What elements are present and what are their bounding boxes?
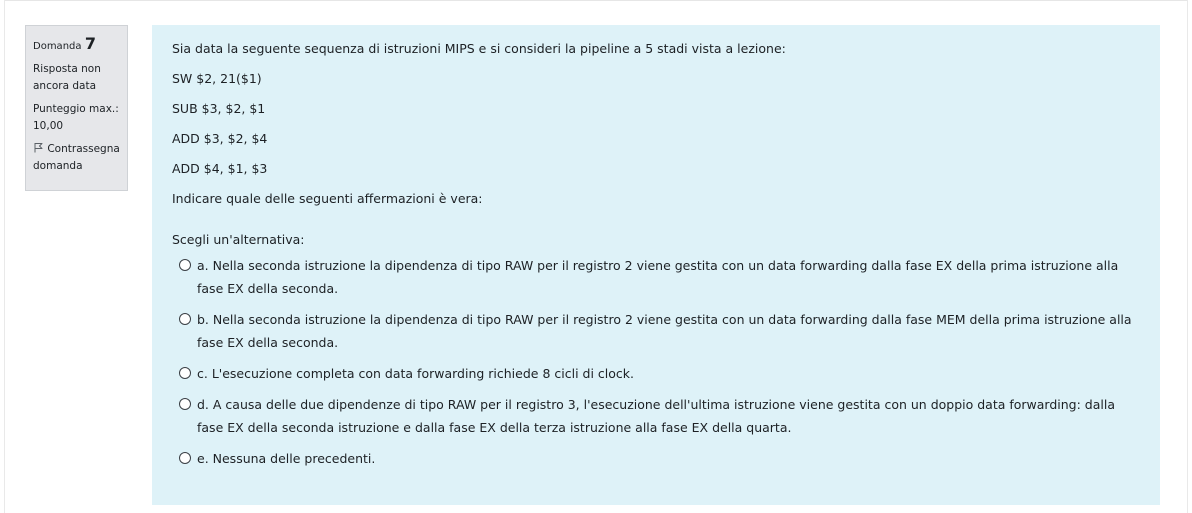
radio-button-a[interactable] [179, 259, 191, 271]
question-number-row: Domanda 7 [33, 35, 120, 55]
question-grade: Punteggio max.: 10,00 [33, 103, 119, 132]
answer-option-a[interactable]: a. Nella seconda istruzione la dipendenz… [179, 254, 1140, 300]
answer-option-b[interactable]: b. Nella seconda istruzione la dipendenz… [179, 308, 1140, 354]
question-content: Sia data la seguente sequenza di istruzi… [152, 25, 1160, 505]
answer-prompt: Scegli un'alternativa: [172, 232, 305, 247]
instruction-line: SUB $3, $2, $1 [172, 101, 266, 116]
answer-option-c[interactable]: c. L'esecuzione completa con data forwar… [179, 362, 1140, 385]
answer-option-e[interactable]: e. Nessuna delle precedenti. [179, 447, 1140, 470]
question-intro: Sia data la seguente sequenza di istruzi… [172, 41, 786, 56]
question-ask: Indicare quale delle seguenti affermazio… [172, 191, 483, 206]
question-info-panel: Domanda 7 Risposta non ancora data Punte… [25, 25, 128, 191]
radio-button-c[interactable] [179, 367, 191, 379]
question-state: Risposta non ancora data [33, 63, 101, 92]
instruction-line: ADD $3, $2, $4 [172, 131, 268, 146]
radio-button-d[interactable] [179, 398, 191, 410]
flag-icon [33, 142, 44, 153]
question-text: Sia data la seguente sequenza di istruzi… [172, 41, 1140, 207]
flag-question-link[interactable]: Contrassegna domanda [33, 141, 120, 175]
quiz-page: Domanda 7 Risposta non ancora data Punte… [0, 0, 1192, 513]
answer-label-a[interactable]: a. Nella seconda istruzione la dipendenz… [197, 254, 1140, 300]
answer-label-d[interactable]: d. A causa delle due dipendenze di tipo … [197, 393, 1140, 439]
instruction-line: SW $2, 21($1) [172, 71, 262, 86]
question-label: Domanda [33, 41, 82, 52]
answer-label-c[interactable]: c. L'esecuzione completa con data forwar… [197, 362, 1140, 385]
frame-right-border [1187, 0, 1188, 513]
answer-label-b[interactable]: b. Nella seconda istruzione la dipendenz… [197, 308, 1140, 354]
radio-button-e[interactable] [179, 452, 191, 464]
answer-option-d[interactable]: d. A causa delle due dipendenze di tipo … [179, 393, 1140, 439]
instruction-line: ADD $4, $1, $3 [172, 161, 268, 176]
answer-label-e[interactable]: e. Nessuna delle precedenti. [197, 447, 1140, 470]
flag-label: Contrassegna domanda [33, 143, 120, 172]
radio-button-b[interactable] [179, 313, 191, 325]
frame-left-border [4, 0, 5, 513]
frame-top-border [4, 0, 1188, 3]
question-number: 7 [84, 34, 96, 53]
answer-options: a. Nella seconda istruzione la dipendenz… [179, 254, 1140, 470]
